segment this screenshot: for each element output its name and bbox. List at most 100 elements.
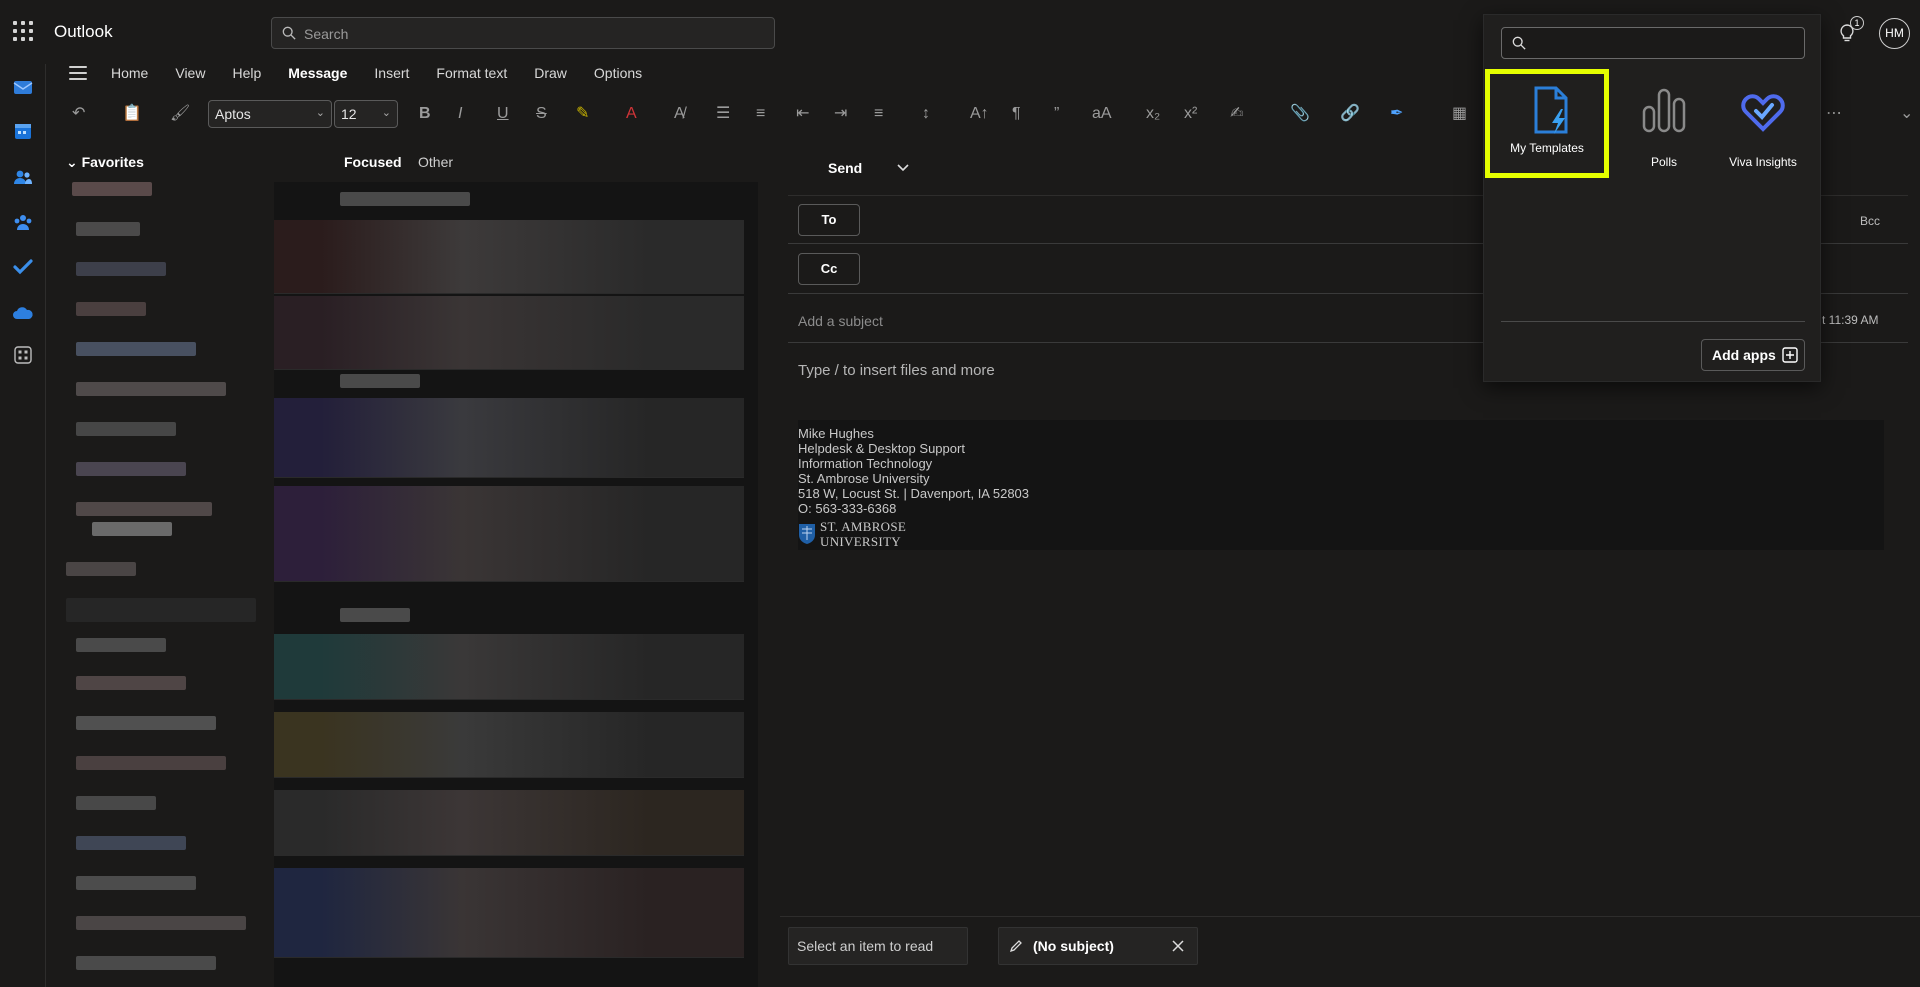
calendar-icon[interactable] bbox=[12, 120, 34, 142]
editor-icon[interactable]: ✍ bbox=[1230, 105, 1243, 123]
tab-format-text[interactable]: Format text bbox=[436, 65, 507, 81]
todo-icon[interactable] bbox=[12, 256, 34, 278]
folder-item[interactable] bbox=[76, 638, 166, 652]
folder-item[interactable] bbox=[76, 796, 156, 810]
font-name-select[interactable]: Aptos ⌄ bbox=[208, 100, 332, 128]
change-case-icon[interactable]: aA bbox=[1092, 105, 1112, 123]
app-polls[interactable]: Polls bbox=[1614, 69, 1714, 169]
search-box[interactable]: Search bbox=[271, 17, 775, 49]
folder-item[interactable] bbox=[76, 676, 186, 690]
superscript-icon[interactable]: x² bbox=[1184, 105, 1197, 123]
folder-item[interactable] bbox=[76, 382, 226, 396]
subject-input[interactable]: Add a subject bbox=[798, 313, 883, 329]
folder-item[interactable] bbox=[76, 262, 166, 276]
quote-icon[interactable]: ” bbox=[1054, 105, 1059, 123]
folder-item[interactable] bbox=[76, 876, 196, 890]
more-apps-icon[interactable] bbox=[12, 344, 34, 366]
increase-indent-icon[interactable]: ⇥ bbox=[834, 105, 847, 123]
app-my-templates[interactable]: My Templates bbox=[1485, 69, 1609, 178]
list-item[interactable] bbox=[274, 398, 744, 478]
folder-item[interactable] bbox=[76, 716, 216, 730]
apps-search-input[interactable] bbox=[1501, 27, 1805, 59]
format-painter-icon[interactable]: 🖌 bbox=[170, 105, 190, 123]
onedrive-icon[interactable] bbox=[12, 302, 34, 324]
decrease-indent-icon[interactable]: ⇤ bbox=[796, 105, 809, 123]
bullets-icon[interactable]: ☰ bbox=[716, 105, 730, 123]
list-item[interactable] bbox=[274, 296, 744, 370]
groups-icon[interactable] bbox=[12, 211, 34, 233]
mail-icon[interactable] bbox=[12, 76, 34, 98]
line-spacing-icon[interactable]: ↕ bbox=[922, 105, 930, 123]
attach-icon[interactable]: 📎 bbox=[1290, 105, 1310, 123]
folder-item[interactable] bbox=[72, 182, 152, 196]
message-body[interactable]: Type / to insert files and more bbox=[798, 362, 995, 379]
subscript-icon[interactable]: x₂ bbox=[1146, 105, 1160, 123]
folder-item[interactable] bbox=[76, 302, 146, 316]
signature-icon[interactable]: ✒ bbox=[1390, 105, 1403, 123]
list-item[interactable] bbox=[274, 486, 744, 582]
paste-icon[interactable]: 📋 bbox=[122, 105, 142, 123]
notification-badge: 1 bbox=[1850, 16, 1864, 30]
draft-tab[interactable]: (No subject) bbox=[998, 927, 1198, 965]
clear-format-icon[interactable]: A̸ bbox=[674, 105, 685, 123]
list-item[interactable] bbox=[274, 220, 744, 294]
app-label: My Templates bbox=[1510, 141, 1584, 155]
add-apps-button[interactable]: Add apps bbox=[1701, 339, 1805, 371]
folder-item[interactable] bbox=[76, 422, 176, 436]
tab-focused[interactable]: Focused bbox=[344, 154, 402, 170]
tab-options[interactable]: Options bbox=[594, 65, 642, 81]
list-item[interactable] bbox=[274, 634, 744, 700]
numbering-icon[interactable]: ≡ bbox=[756, 105, 765, 123]
folder-item[interactable] bbox=[76, 756, 226, 770]
close-icon[interactable] bbox=[1171, 939, 1185, 953]
avatar[interactable]: HM bbox=[1879, 18, 1910, 49]
cc-button[interactable]: Cc bbox=[798, 253, 860, 285]
folder-item[interactable] bbox=[76, 342, 196, 356]
bcc-button[interactable]: Bcc bbox=[1860, 214, 1880, 228]
link-icon[interactable]: 🔗 bbox=[1340, 105, 1360, 123]
list-item[interactable] bbox=[274, 790, 744, 856]
tips-lightbulb-icon[interactable]: 1 bbox=[1836, 16, 1864, 44]
folder-item[interactable] bbox=[76, 956, 216, 970]
folder-item[interactable] bbox=[76, 222, 140, 236]
tab-view[interactable]: View bbox=[175, 65, 205, 81]
italic-icon[interactable]: I bbox=[458, 105, 462, 123]
highlight-icon[interactable]: ✎ bbox=[576, 105, 589, 123]
tab-help[interactable]: Help bbox=[232, 65, 261, 81]
undo-icon[interactable]: ↶ bbox=[72, 105, 85, 123]
strikethrough-icon[interactable]: S bbox=[536, 105, 547, 123]
folder-item[interactable] bbox=[92, 522, 172, 536]
font-color-icon[interactable]: A bbox=[626, 105, 637, 123]
folder-item[interactable] bbox=[76, 836, 186, 850]
align-icon[interactable]: ≡ bbox=[874, 105, 883, 123]
app-viva-insights[interactable]: Viva Insights bbox=[1713, 69, 1813, 169]
underline-icon[interactable]: U bbox=[497, 105, 509, 123]
folder-item[interactable] bbox=[76, 462, 186, 476]
chevron-down-icon[interactable] bbox=[896, 160, 910, 174]
list-item[interactable] bbox=[274, 868, 744, 958]
tab-other[interactable]: Other bbox=[418, 154, 453, 170]
folder-item[interactable] bbox=[66, 562, 136, 576]
reading-pane-tab[interactable]: Select an item to read bbox=[788, 927, 968, 965]
tab-home[interactable]: Home bbox=[111, 65, 148, 81]
collapse-ribbon-icon[interactable]: ⌄ bbox=[1900, 105, 1913, 123]
styles-icon[interactable]: A↑ bbox=[970, 105, 989, 123]
app-launcher-icon[interactable] bbox=[12, 20, 34, 42]
font-size-select[interactable]: 12 ⌄ bbox=[334, 100, 398, 128]
list-item[interactable] bbox=[274, 712, 744, 778]
hamburger-menu-icon[interactable] bbox=[69, 66, 87, 80]
more-options-icon[interactable]: ⋯ bbox=[1826, 105, 1842, 123]
tab-draw[interactable]: Draw bbox=[534, 65, 567, 81]
tab-insert[interactable]: Insert bbox=[374, 65, 409, 81]
paragraph-icon[interactable]: ¶ bbox=[1012, 105, 1021, 123]
people-icon[interactable] bbox=[12, 166, 34, 188]
favorites-header[interactable]: ⌄ Favorites bbox=[66, 154, 144, 171]
bold-icon[interactable]: B bbox=[419, 105, 431, 123]
tab-message[interactable]: Message bbox=[288, 65, 347, 81]
to-button[interactable]: To bbox=[798, 204, 860, 236]
send-button[interactable]: Send bbox=[828, 160, 862, 176]
folder-item-selected[interactable] bbox=[66, 598, 256, 622]
folder-item[interactable] bbox=[76, 502, 212, 516]
folder-item[interactable] bbox=[76, 916, 246, 930]
apps-icon[interactable]: ▦ bbox=[1452, 105, 1467, 123]
